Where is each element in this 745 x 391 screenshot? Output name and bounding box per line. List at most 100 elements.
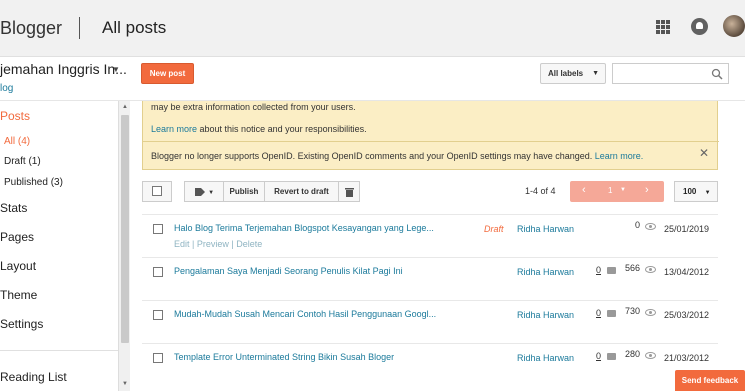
comment-icon — [607, 353, 616, 360]
scroll-thumb[interactable] — [121, 115, 129, 343]
notice-divider — [143, 141, 719, 142]
sidebar-item-reading-list[interactable]: Reading List — [0, 370, 67, 384]
close-icon[interactable]: ✕ — [699, 146, 709, 160]
labels-dropdown-label: All labels — [548, 69, 584, 78]
chevron-down-icon[interactable]: ▼ — [112, 65, 120, 74]
pager-text: 1-4 of 4 — [525, 186, 556, 196]
notice-line: Learn more about this notice and your re… — [151, 124, 367, 134]
app-title[interactable]: Blogger — [0, 18, 62, 39]
table-row: Pengalaman Saya Menjadi Seorang Penulis … — [142, 257, 718, 300]
publish-button[interactable]: Publish — [223, 181, 265, 202]
sidebar-item-layout[interactable]: Layout — [0, 259, 36, 273]
post-author[interactable]: Ridha Harwan — [517, 310, 574, 320]
post-date: 25/03/2012 — [664, 310, 710, 320]
eye-icon — [645, 352, 656, 359]
sidebar-item-posts[interactable]: Posts — [0, 109, 30, 123]
post-author[interactable]: Ridha Harwan — [517, 224, 574, 234]
row-checkbox[interactable] — [153, 224, 163, 234]
chevron-down-icon[interactable]: ▼ — [620, 187, 626, 193]
label-button[interactable]: ▼ — [184, 181, 224, 202]
chevron-down-icon: ▼ — [592, 70, 599, 77]
post-date: 25/01/2019 — [664, 224, 710, 234]
revert-to-draft-button[interactable]: Revert to draft — [264, 181, 339, 202]
header-divider — [79, 17, 80, 39]
post-title[interactable]: Pengalaman Saya Menjadi Seorang Penulis … — [174, 266, 403, 276]
chevron-right-icon[interactable]: › — [645, 184, 649, 196]
sidebar: Posts All (4) Draft (1) Published (3) St… — [0, 101, 118, 391]
sidebar-item-stats[interactable]: Stats — [0, 201, 27, 215]
post-date: 13/04/2012 — [664, 267, 710, 277]
labels-dropdown[interactable]: All labels ▼ — [540, 63, 606, 84]
select-all-button[interactable] — [142, 181, 172, 202]
notice-line-rest: about this notice and your responsibilit… — [197, 124, 367, 134]
notifications-icon[interactable] — [691, 18, 708, 35]
row-checkbox[interactable] — [153, 353, 163, 363]
blog-name[interactable]: jemahan Inggris In... — [0, 61, 127, 77]
post-title[interactable]: Halo Blog Terima Terjemahan Blogspot Kes… — [174, 223, 434, 233]
post-views: 566 — [624, 263, 640, 273]
page-number[interactable]: 1 — [608, 186, 612, 195]
post-views: 280 — [624, 349, 640, 359]
notice-banner: may be extra information collected from … — [142, 101, 719, 170]
post-title[interactable]: Mudah-Mudah Susah Mencari Contoh Hasil P… — [174, 309, 436, 319]
sidebar-item-all[interactable]: All (4) — [4, 136, 30, 147]
post-comments[interactable]: 0 — [596, 265, 601, 275]
page-title: All posts — [102, 18, 167, 37]
table-row: Mudah-Mudah Susah Mencari Contoh Hasil P… — [142, 300, 718, 343]
trash-icon — [344, 187, 354, 197]
comment-icon — [607, 267, 616, 274]
post-comments[interactable]: 0 — [596, 351, 601, 361]
eye-icon — [645, 223, 656, 230]
post-title[interactable]: Template Error Unterminated String Bikin… — [174, 352, 394, 362]
row-checkbox[interactable] — [153, 310, 163, 320]
new-post-button[interactable]: New post — [141, 63, 194, 84]
post-author[interactable]: Ridha Harwan — [517, 267, 574, 277]
post-date: 21/03/2012 — [664, 353, 710, 363]
avatar[interactable] — [723, 15, 745, 37]
eye-icon — [645, 309, 656, 316]
search-input[interactable] — [613, 65, 708, 84]
table-row: Template Error Unterminated String Bikin… — [142, 343, 718, 386]
scroll-down-icon[interactable]: ▼ — [122, 381, 128, 387]
top-bar: Blogger All posts — [0, 0, 745, 57]
sidebar-item-settings[interactable]: Settings — [0, 317, 43, 331]
status-badge: Draft — [484, 224, 504, 234]
openid-learn-more-link[interactable]: Learn more. — [595, 151, 644, 161]
delete-button[interactable] — [338, 181, 360, 202]
sidebar-item-pages[interactable]: Pages — [0, 230, 34, 244]
posts-toolbar: ▼ Publish Revert to draft 1-4 of 4 ‹ 1 ▼… — [142, 181, 718, 203]
row-checkbox[interactable] — [153, 267, 163, 277]
send-feedback-button[interactable]: Send feedback — [675, 370, 745, 391]
openid-notice: Blogger no longer supports OpenID. Exist… — [151, 151, 643, 161]
select-all-checkbox[interactable] — [152, 186, 162, 196]
chevron-down-icon: ▼ — [208, 190, 215, 196]
sidebar-item-published[interactable]: Published (3) — [4, 177, 63, 188]
post-comments[interactable]: 0 — [596, 308, 601, 318]
chevron-down-icon: ▼ — [704, 190, 711, 196]
per-page-dropdown[interactable]: 100 ▼ — [674, 181, 718, 202]
per-page-label: 100 — [683, 187, 697, 196]
label-icon — [194, 187, 205, 196]
apps-grid-icon[interactable] — [656, 20, 670, 34]
eye-icon — [645, 266, 656, 273]
post-views: 0 — [634, 220, 640, 230]
comment-icon — [607, 310, 616, 317]
blog-bar: jemahan Inggris In... ▼ log New post All… — [0, 57, 745, 101]
blog-link[interactable]: log — [0, 83, 13, 94]
search-box[interactable] — [612, 63, 729, 84]
post-author[interactable]: Ridha Harwan — [517, 353, 574, 363]
sidebar-scrollbar[interactable]: ▲ ▼ — [118, 101, 130, 391]
sidebar-item-theme[interactable]: Theme — [0, 288, 37, 302]
post-views: 730 — [624, 306, 640, 316]
pager: ‹ 1 ▼ › — [570, 181, 664, 202]
table-row: Halo Blog Terima Terjemahan Blogspot Kes… — [142, 214, 718, 257]
sidebar-item-draft[interactable]: Draft (1) — [4, 156, 41, 167]
search-icon[interactable] — [711, 68, 723, 80]
notice-text: may be extra information collected from … — [151, 102, 356, 112]
learn-more-link[interactable]: Learn more — [151, 124, 197, 134]
openid-text: Blogger no longer supports OpenID. Exist… — [151, 151, 595, 161]
sidebar-divider — [0, 350, 118, 351]
post-actions[interactable]: Edit | Preview | Delete — [174, 239, 262, 249]
scroll-up-icon[interactable]: ▲ — [122, 104, 128, 110]
chevron-left-icon[interactable]: ‹ — [582, 184, 586, 196]
